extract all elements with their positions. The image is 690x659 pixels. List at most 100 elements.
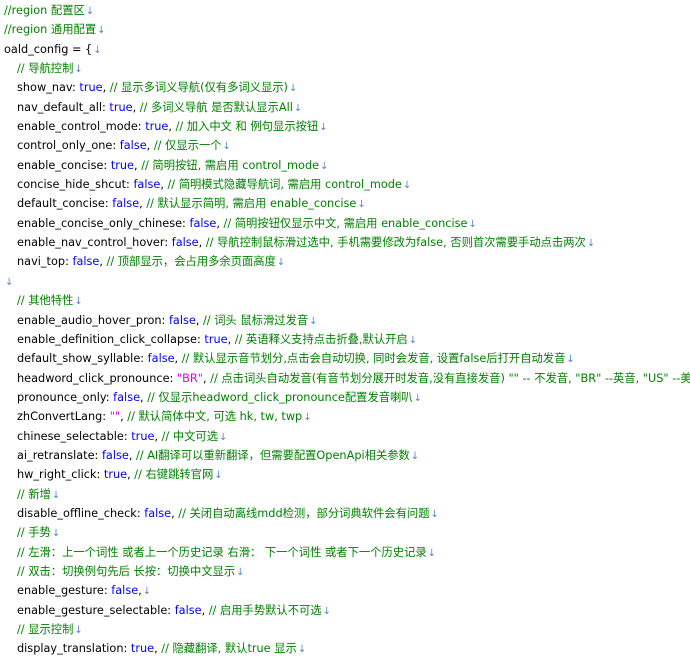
code-text: disable_offline_check: [17,506,145,520]
code-line: enable_nav_control_hover: false, // 导航控制… [4,233,690,252]
code-keyword: false [112,197,140,211]
code-comment: // 简明模式隐藏导航词, 需启用 control_mode [167,178,402,192]
code-line: headword_click_pronounce: "BR", // 点击词头自… [4,369,690,388]
code-text: , [154,429,162,443]
code-comment: // 新增 [17,487,51,501]
code-text: , [154,642,162,656]
code-text: , [201,603,209,617]
code-keyword: false [119,139,147,153]
code-keyword: true [145,120,169,134]
code-line: //region 配置区 [4,1,690,20]
code-text: enable_concise_only_chinese: [17,216,190,230]
code-line: // 左滑：上一个词性 或者上一个历史记录 右滑： 下一个词性 或者下一个历史记… [4,543,690,562]
code-line: oald_config = { [4,40,690,59]
code-comment: // 默认显示音节划分,点击会自动切换, 同时会发音, 设置false后打开自动… [181,352,566,366]
code-keyword: true [110,158,134,172]
line-break-icon [586,238,595,249]
code-line: hw_right_click: true, // 右键跳转官网 [4,465,690,484]
code-text: , [168,120,176,134]
code-line: ai_retranslate: false, // AI翻译可以重新翻译，但需要… [4,446,690,465]
line-break-icon [73,296,82,307]
code-keyword: false [101,448,129,462]
code-text: , [132,100,140,114]
code-line: // 其他特性 [4,291,690,310]
code-comment: //region 通用配置 [4,23,97,37]
code-keyword: true [109,100,133,114]
code-line: enable_definition_click_collapse: true, … [4,330,690,349]
code-line: // 显示控制 [4,620,690,639]
code-line: enable_concise_only_chinese: false, // 简… [4,214,690,233]
code-text: control_only_one: [17,139,120,153]
code-comment: // 顶部显示，会占用多余页面高度 [106,255,276,269]
code-line: default_concise: false, // 默认显示简明, 需启用 e… [4,194,690,213]
code-text: pronounce_only: [17,390,114,404]
code-line: enable_gesture: false, [4,581,690,600]
code-text: zhConvertLang: [17,410,110,424]
line-break-icon [402,180,411,191]
code-editor[interactable]: //region 配置区 //region 通用配置 oald_config = {… [0,0,690,655]
line-break-icon [213,470,222,481]
line-break-icon [218,432,227,443]
code-line: nav_default_all: true, // 多词义导航 是否默认显示Al… [4,98,690,117]
line-break-icon [288,83,297,94]
code-comment: // 关闭自动离线mdd检测，部分词典软件会有问题 [178,506,430,520]
line-break-icon [297,644,306,655]
code-comment: // 点击词头自动发音(有音节划分展开时发音,没有直接发音) "" -- 不发音… [210,371,690,385]
code-comment: // 默认显示简明, 需启用 enable_concise [146,197,357,211]
code-comment: // 默认简体中文, 可选 hk, tw, twp [127,410,303,424]
code-line: enable_control_mode: true, // 加入中文 和 例句显… [4,117,690,136]
line-break-icon [408,335,417,346]
code-line: show_nav: true, // 显示多词义导航(仅有多词义显示) [4,78,690,97]
code-string: "" [109,410,121,424]
line-break-icon [319,161,328,172]
code-comment: // 仅显示headword_click_pronounce配置发音喇叭 [147,390,413,404]
code-comment: // 仅显示一个 [153,139,222,153]
code-keyword: true [79,81,103,95]
code-line: navi_top: false, // 顶部显示，会占用多余页面高度 [4,252,690,271]
code-text: , [102,81,110,95]
line-break-icon [222,141,231,152]
code-comment: // 英语释义支持点击折叠,默认开启 [234,332,408,346]
code-text: chinese_selectable: [17,429,132,443]
code-line [4,272,690,291]
code-line: default_show_syllable: false, // 默认显示音节划… [4,349,690,368]
code-keyword: false [144,506,172,520]
code-text: headword_click_pronounce: [17,371,177,385]
code-text: , [146,139,154,153]
code-keyword: false [113,390,141,404]
code-comment: // 简明按钮, 需启用 control_mode [141,158,320,172]
code-text: hw_right_click: [17,468,104,482]
code-text: , [198,236,206,250]
code-text: default_show_syllable: [17,352,148,366]
line-break-icon [92,45,101,56]
code-line: concise_hide_shcut: false, // 简明模式隐藏导航词,… [4,175,690,194]
line-break-icon [51,490,60,501]
code-text: enable_nav_control_hover: [17,236,172,250]
code-line: // 导航控制 [4,59,690,78]
code-comment: // 导航控制 [17,62,74,76]
code-line: enable_audio_hover_pron: false, // 词头 鼠标… [4,311,690,330]
line-break-icon [308,316,317,327]
line-break-icon [302,412,311,423]
code-text: show_nav: [17,81,80,95]
code-text: , [99,255,107,269]
code-line: zhConvertLang: "", // 默认简体中文, 可选 hk, tw,… [4,407,690,426]
code-comment: // 双击：切换例句先后 长按：切换中文显示 [17,564,236,578]
code-comment: //region 配置区 [4,4,85,17]
code-comment: // 隐藏翻译, 默认true 显示 [161,642,297,656]
code-comment: // 加入中文 和 例句显示按钮 [175,120,319,134]
code-line: control_only_one: false, // 仅显示一个 [4,136,690,155]
code-text: , [195,313,203,327]
line-break-icon [467,219,476,230]
code-line: enable_gesture_selectable: false, // 启用手… [4,601,690,620]
code-line: // 双击：切换例句先后 长按：切换中文显示 [4,562,690,581]
code-keyword: false [133,178,161,192]
code-text: enable_audio_hover_pron: [17,313,169,327]
code-text: , [160,178,168,192]
line-break-icon [73,64,82,75]
code-text: oald_config = { [4,42,93,56]
code-comment: // 其他特性 [17,294,74,308]
code-line: pronounce_only: false, // 仅显示headword_cl… [4,388,690,407]
code-line: // 新增 [4,485,690,504]
line-break-icon [322,606,331,617]
